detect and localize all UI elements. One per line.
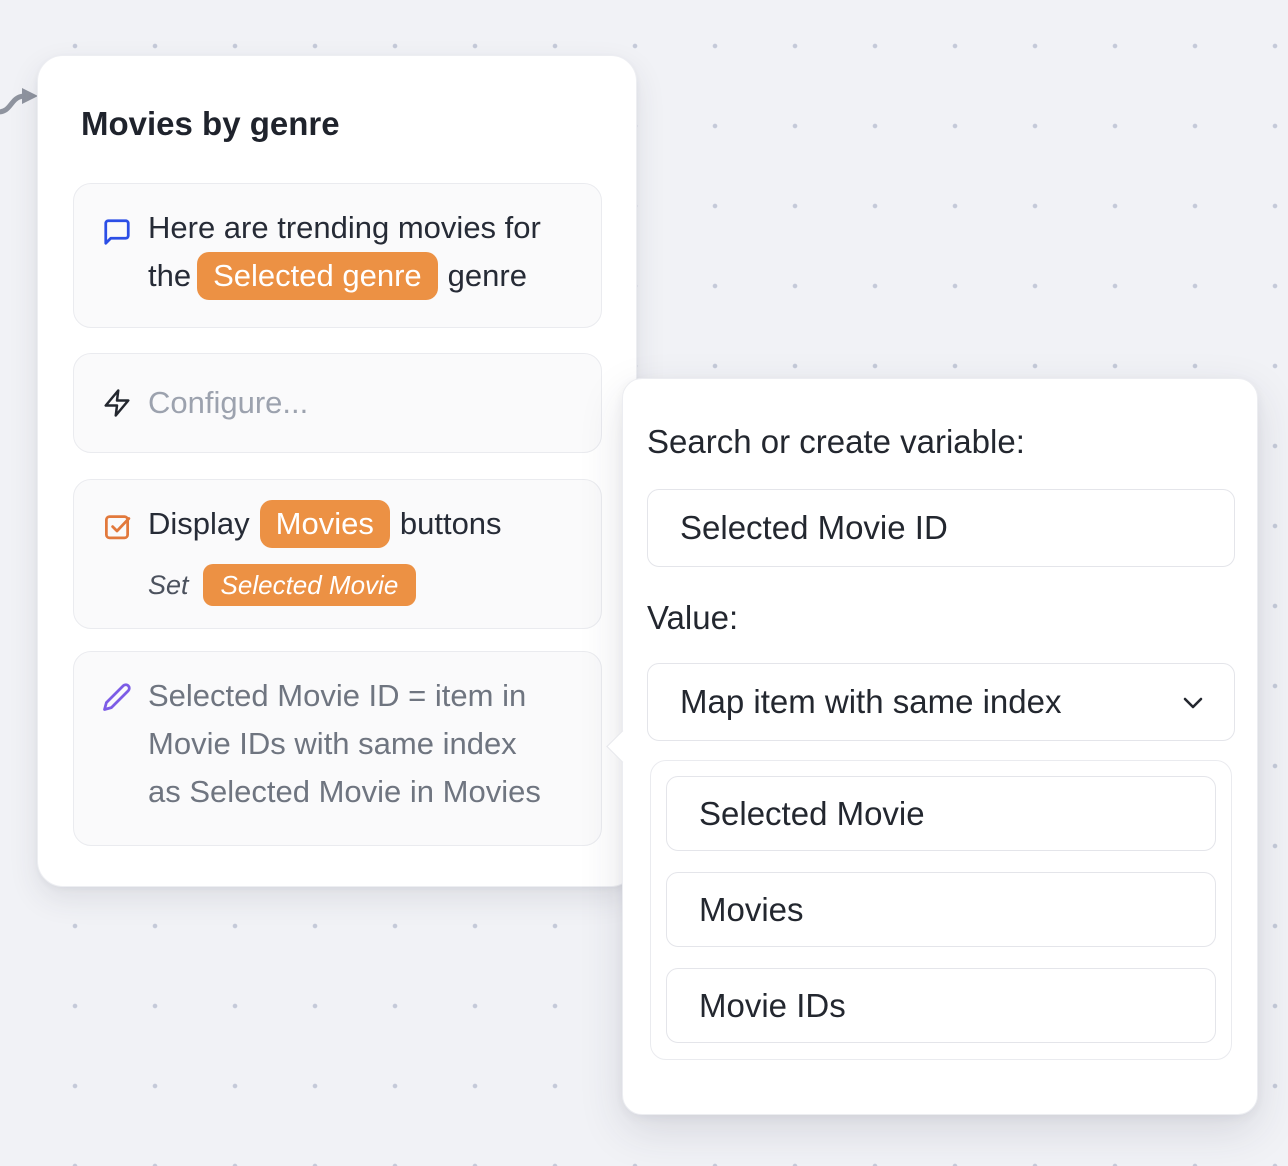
connector-arrow	[0, 80, 42, 124]
variable-option-movies[interactable]: Movies	[666, 872, 1216, 947]
variable-options-list: Selected Movie Movies Movie IDs	[650, 760, 1232, 1060]
display-buttons-text: Display Movies buttons	[148, 500, 585, 548]
variable-option-movie-ids[interactable]: Movie IDs	[666, 968, 1216, 1043]
variable-pill-selected-movie: Selected Movie	[203, 564, 417, 606]
node-card-movies-by-genre[interactable]: Movies by genre Here are trending movies…	[37, 55, 637, 887]
set-label: Set	[148, 570, 189, 600]
node-title: Movies by genre	[81, 105, 340, 143]
block-display-buttons[interactable]: Display Movies buttons Set Selected Movie	[73, 479, 602, 629]
value-type-selected: Map item with same index	[680, 683, 1061, 721]
configure-label: Configure...	[148, 354, 585, 451]
lightning-icon	[102, 388, 132, 418]
variable-search-input[interactable]	[647, 489, 1235, 567]
pencil-icon	[102, 682, 132, 712]
search-or-create-label: Search or create variable:	[647, 423, 1025, 461]
block-configure[interactable]: Configure...	[73, 353, 602, 453]
chevron-down-icon	[1178, 688, 1208, 718]
value-label: Value:	[647, 599, 738, 637]
display-prefix: Display	[148, 506, 250, 541]
set-variable-line: as Selected Movie in Movies	[148, 768, 585, 816]
variable-editor-popup: Search or create variable: Value: Map it…	[622, 378, 1258, 1115]
block-message[interactable]: Here are trending movies for theSelected…	[73, 183, 602, 328]
message-line1: Here are trending movies for	[148, 210, 541, 245]
set-variable-text: Selected Movie ID = item in Movie IDs wi…	[148, 672, 585, 816]
value-type-select[interactable]: Map item with same index	[647, 663, 1235, 741]
check-square-icon	[102, 511, 132, 541]
message-line2-prefix: the	[148, 258, 191, 293]
message-text: Here are trending movies for theSelected…	[148, 204, 585, 300]
block-set-variable[interactable]: Selected Movie ID = item in Movie IDs wi…	[73, 651, 602, 846]
message-line2-suffix: genre	[448, 258, 527, 293]
chat-bubble-icon	[102, 217, 132, 247]
set-row: Set Selected Movie	[148, 564, 585, 606]
set-variable-line: Selected Movie ID = item in	[148, 672, 585, 720]
variable-option-selected-movie[interactable]: Selected Movie	[666, 776, 1216, 851]
set-variable-line: Movie IDs with same index	[148, 720, 585, 768]
display-suffix: buttons	[400, 506, 502, 541]
variable-pill-selected-genre: Selected genre	[197, 252, 438, 300]
variable-pill-movies: Movies	[260, 500, 390, 548]
flow-canvas: Movies by genre Here are trending movies…	[0, 0, 1288, 1166]
